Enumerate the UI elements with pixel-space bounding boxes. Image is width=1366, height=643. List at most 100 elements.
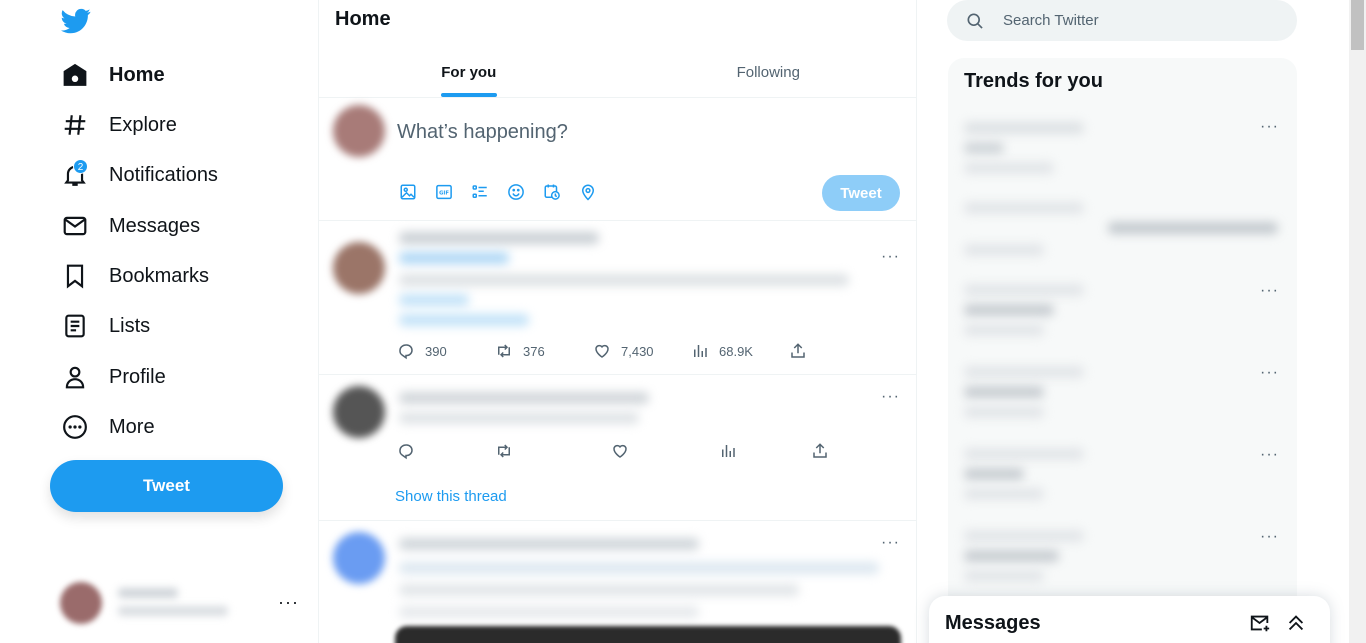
more-icon[interactable]: ···	[881, 388, 900, 406]
account-switcher[interactable]: ···	[50, 574, 310, 636]
chevron-double-up-icon[interactable]	[1285, 612, 1307, 634]
new-message-icon[interactable]	[1249, 612, 1271, 634]
reply-icon	[399, 444, 413, 460]
views-icon	[694, 345, 707, 357]
page-title: Home	[335, 8, 391, 30]
trend-item-blurred[interactable]	[964, 448, 1084, 460]
trend-item-blurred[interactable]	[964, 366, 1084, 378]
trend-item-blurred[interactable]	[1108, 222, 1278, 234]
trend-item-blurred[interactable]	[964, 468, 1024, 480]
messages-drawer-title: Messages	[945, 612, 1041, 634]
list-icon	[58, 309, 92, 343]
more-circle-icon	[58, 410, 92, 444]
main-timeline: Home For you Following GIF	[318, 0, 917, 643]
tweet-actions	[397, 442, 909, 460]
trend-item-blurred[interactable]	[964, 570, 1044, 582]
image-icon[interactable]	[397, 181, 419, 203]
nav-item-bookmarks[interactable]: Bookmarks	[58, 254, 209, 298]
share-button[interactable]	[789, 342, 887, 360]
nav-item-profile[interactable]: Profile	[58, 355, 166, 399]
bell-icon: 2	[58, 158, 92, 192]
tweet-text-blurred	[399, 584, 799, 596]
location-icon[interactable]	[577, 181, 599, 203]
hashtag-icon	[58, 108, 92, 142]
like-button[interactable]: 7,430	[593, 342, 691, 360]
person-icon	[58, 360, 92, 394]
trend-item-blurred[interactable]	[964, 304, 1054, 316]
tweet-author-blurred	[399, 538, 699, 550]
reply-icon	[399, 344, 413, 360]
retweet-button[interactable]	[495, 442, 611, 460]
more-icon[interactable]: ···	[881, 534, 900, 552]
trend-item-blurred[interactable]	[964, 244, 1044, 256]
timeline-tabs: For you Following	[319, 48, 917, 98]
composer-tweet-button[interactable]: Tweet	[822, 175, 900, 211]
trend-item-blurred[interactable]	[964, 386, 1044, 398]
tweet-card[interactable]: ··· Show this thread	[319, 376, 916, 521]
share-button[interactable]	[811, 442, 909, 460]
active-tab-indicator	[440, 93, 497, 97]
nav-item-lists[interactable]: Lists	[58, 304, 150, 348]
search-input[interactable]	[1003, 12, 1283, 29]
more-icon[interactable]: ···	[1260, 282, 1279, 300]
views-button[interactable]	[719, 442, 811, 460]
emoji-icon[interactable]	[505, 181, 527, 203]
trend-item-blurred[interactable]	[964, 406, 1044, 418]
retweet-button[interactable]: 376	[495, 342, 593, 360]
reply-button[interactable]	[397, 442, 495, 460]
nav-item-home[interactable]: Home	[58, 53, 165, 97]
twitter-logo-icon[interactable]	[60, 6, 92, 36]
trend-item-blurred[interactable]	[964, 530, 1084, 542]
poll-icon[interactable]	[469, 181, 491, 203]
trend-item-blurred[interactable]	[964, 550, 1059, 562]
heart-icon	[595, 344, 609, 358]
tab-following[interactable]: Following	[619, 48, 917, 97]
trend-item-blurred[interactable]	[964, 202, 1084, 214]
tweet-composer: GIF Tweet	[319, 99, 916, 221]
trend-item-blurred[interactable]	[964, 122, 1084, 134]
compose-input[interactable]	[397, 121, 877, 144]
trend-item-blurred[interactable]	[964, 324, 1044, 336]
avatar	[333, 242, 385, 294]
tweet-text-blurred	[399, 412, 639, 424]
nav-item-explore[interactable]: Explore	[58, 103, 177, 147]
tweet-handle-blurred	[399, 252, 509, 264]
tweet-actions: 390 376 7,430 68.9K	[397, 342, 887, 360]
search-bar[interactable]	[947, 0, 1297, 41]
nav-label: Bookmarks	[109, 264, 210, 287]
tweet-card[interactable]: ···	[319, 522, 916, 643]
trend-item-blurred[interactable]	[964, 142, 1004, 154]
more-icon[interactable]: ···	[1260, 446, 1279, 464]
tab-for-you[interactable]: For you	[319, 48, 619, 97]
like-button[interactable]	[611, 442, 719, 460]
reply-button[interactable]: 390	[397, 342, 495, 360]
scrollbar-thumb[interactable]	[1351, 0, 1364, 50]
nav-label: Home	[109, 63, 165, 86]
nav-label: Lists	[109, 314, 151, 337]
retweet-icon	[498, 344, 510, 358]
page-scrollbar[interactable]	[1349, 0, 1366, 643]
tweet-author-blurred	[399, 232, 599, 244]
views-button[interactable]: 68.9K	[691, 342, 789, 360]
more-icon[interactable]: ···	[1260, 118, 1279, 136]
trend-item-blurred[interactable]	[964, 284, 1084, 296]
tweet-button[interactable]: Tweet	[50, 460, 283, 512]
trend-item-blurred[interactable]	[964, 488, 1044, 500]
tweet-media[interactable]	[395, 626, 901, 643]
nav-item-more[interactable]: More	[58, 405, 155, 449]
nav-item-messages[interactable]: Messages	[58, 204, 200, 248]
messages-drawer[interactable]: Messages	[929, 596, 1330, 643]
more-icon[interactable]: ···	[881, 248, 900, 266]
reply-count: 390	[425, 343, 447, 359]
schedule-icon[interactable]	[541, 181, 563, 203]
tweet-card[interactable]: ··· 390 376 7,430 68.9K	[319, 222, 916, 375]
more-icon[interactable]: ···	[1260, 528, 1279, 546]
tab-label: Following	[736, 64, 800, 81]
show-thread-link[interactable]: Show this thread	[395, 488, 507, 505]
nav-item-notifications[interactable]: 2 Notifications	[58, 153, 218, 197]
trend-item-blurred[interactable]	[964, 162, 1054, 174]
views-icon	[722, 445, 735, 457]
gif-icon[interactable]: GIF	[433, 181, 455, 203]
more-icon[interactable]: ···	[1260, 364, 1279, 382]
more-icon[interactable]: ···	[278, 592, 299, 613]
